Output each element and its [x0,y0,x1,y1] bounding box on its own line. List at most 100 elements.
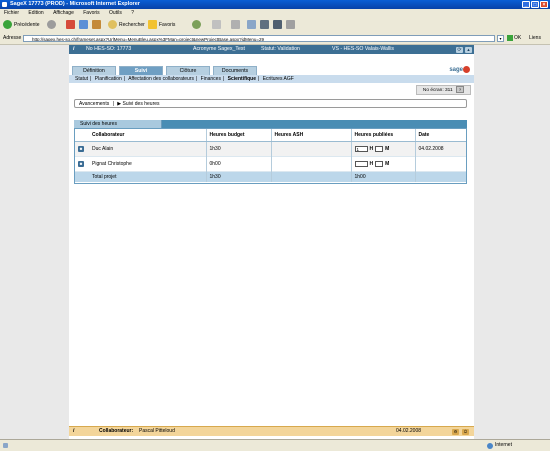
cell-name: Pignat Christophe [89,156,206,172]
hours-table: Collaborateur Heures budget Heures ASH H… [74,128,467,184]
page-icon [3,443,8,448]
maximize-icon[interactable]: □ [531,1,539,8]
edit-button[interactable] [247,20,258,30]
subnav-ecritures[interactable]: Ecritures AGF [263,76,294,82]
total-budget: 1h30 [205,171,271,182]
edit-icon [247,20,256,30]
minutes-input[interactable] [375,160,384,167]
page-content: i No HES-SO: 17773 Acronyme Sagex_Test S… [0,45,550,439]
favorites-button[interactable]: Favoris [148,20,175,30]
hours-input[interactable]: 1 [354,145,368,152]
globe-icon [487,443,493,449]
search-icon [108,20,117,30]
left-margin [0,45,69,439]
logo-mark-icon [463,65,470,73]
power-icon[interactable]: ⏻ [462,428,469,435]
document-icon [286,20,295,30]
breadcrumb-arrow-icon: ▶ [117,101,122,107]
menu-file[interactable]: Fichier [4,10,19,16]
browser-toolbar: Précédente Rechercher Favoris [0,17,550,34]
collaborator-footer: i Collaborateur: Pascal Pitteloud 04.02.… [69,426,474,436]
menu-view[interactable]: Affichage [53,10,74,16]
refresh-button[interactable] [79,20,90,30]
subnav-statut[interactable]: Statut [75,76,88,82]
search-button[interactable]: Rechercher [108,20,145,30]
table-header-row: Collaborateur Heures budget Heures ASH H… [75,129,466,142]
col-heures-publiees: Heures publiées [350,129,415,142]
cell-budget: 1h30 [205,141,271,157]
go-button[interactable]: OK [507,33,521,44]
right-margin [474,45,550,439]
collapse-icon[interactable]: ▲ [465,46,472,53]
cell-ash [270,156,351,172]
address-label: Adresse [3,35,22,41]
mail-button[interactable] [212,20,223,30]
menu-favorites[interactable]: Favoris [83,10,99,16]
screen-number-badge: No écran: 311 ? [415,85,471,95]
person-icon[interactable]: ☻ [78,161,84,167]
cell-date: 04.02.2008 [414,141,466,157]
links-label[interactable]: Liens [529,33,541,44]
history-icon [192,20,201,30]
tab-suivi[interactable]: Suivi [119,66,163,75]
cell-published: HM [350,156,415,172]
col-heures-ash: Heures ASH [270,129,351,142]
minutes-input[interactable] [375,145,384,152]
person-icon[interactable]: ☻ [78,146,84,152]
help-icon[interactable]: ? [456,86,464,93]
menu-help[interactable]: ? [131,10,134,16]
subnav-finances[interactable]: Finances [201,76,221,82]
breadcrumb-suivi-heures: Suivi des heures [122,101,160,107]
back-button[interactable]: Précédente [3,20,40,30]
refresh-icon[interactable]: ⟳ [456,46,463,53]
subnav-planification[interactable]: Planification [95,76,122,82]
collaborator-name: Pascal Pitteloud [139,428,175,434]
home-button[interactable] [92,20,103,30]
minimize-icon[interactable]: _ [522,1,530,8]
browser-status-bar: Internet [0,439,550,451]
settings-icon[interactable]: ⚙ [452,428,459,435]
tab-definition[interactable]: Définition [72,66,116,75]
print-icon [231,20,240,30]
history-button[interactable] [192,20,203,30]
ie-icon [2,2,7,7]
star-icon [148,20,157,30]
footer-date: 04.02.2008 [396,428,422,434]
forward-arrow-icon [47,20,56,30]
col-date: Date [414,129,466,142]
breadcrumb-avancements[interactable]: Avancements [79,101,109,107]
window-title-bar[interactable]: SageX 17773 (PROD) - Microsoft Internet … [0,0,550,9]
cell-budget: 0h00 [205,156,271,172]
tab-documents[interactable]: Documents [213,66,257,75]
collaborator-label: Collaborateur: [99,428,134,434]
subnav-scientifique[interactable]: Scientifique [228,76,256,82]
grid-icon [260,20,269,30]
address-dropdown-icon[interactable]: ▾ [497,35,504,42]
grid-button[interactable] [260,20,271,30]
sagex-logo: sage [449,65,470,75]
project-school: VS - HES-SO Valais-Wallis [332,46,394,52]
refresh-icon [79,20,88,30]
print-button[interactable] [231,20,242,30]
total-row: Total projet 1h30 1h00 [75,171,466,182]
tool-button-a[interactable] [273,20,284,30]
menu-edit[interactable]: Edition [28,10,43,16]
stop-button[interactable] [66,20,77,30]
forward-button[interactable] [47,20,58,30]
col-heures-budget: Heures budget [205,129,271,142]
total-published: 1h00 [350,171,415,182]
address-input[interactable]: http://sagex.hes-so.ch/frameset.aspx?Url… [23,35,495,42]
hours-input[interactable] [354,160,368,167]
cell-published: 1HM [350,141,415,157]
project-status: Statut: Validation [261,46,300,52]
cell-name: Duc Alain [89,141,206,157]
info-icon: i [73,46,75,52]
info-icon: i [73,428,75,434]
tab-cloture[interactable]: Clôture [166,66,210,75]
subnav-affectation[interactable]: Affectation des collaborateurs [128,76,194,82]
project-info-bar: i No HES-SO: 17773 Acronyme Sagex_Test S… [69,45,474,54]
menu-tools[interactable]: Outils [109,10,122,16]
tool-button-b[interactable] [286,20,297,30]
window-title: SageX 17773 (PROD) - Microsoft Internet … [10,1,140,7]
close-icon[interactable]: × [540,1,548,8]
